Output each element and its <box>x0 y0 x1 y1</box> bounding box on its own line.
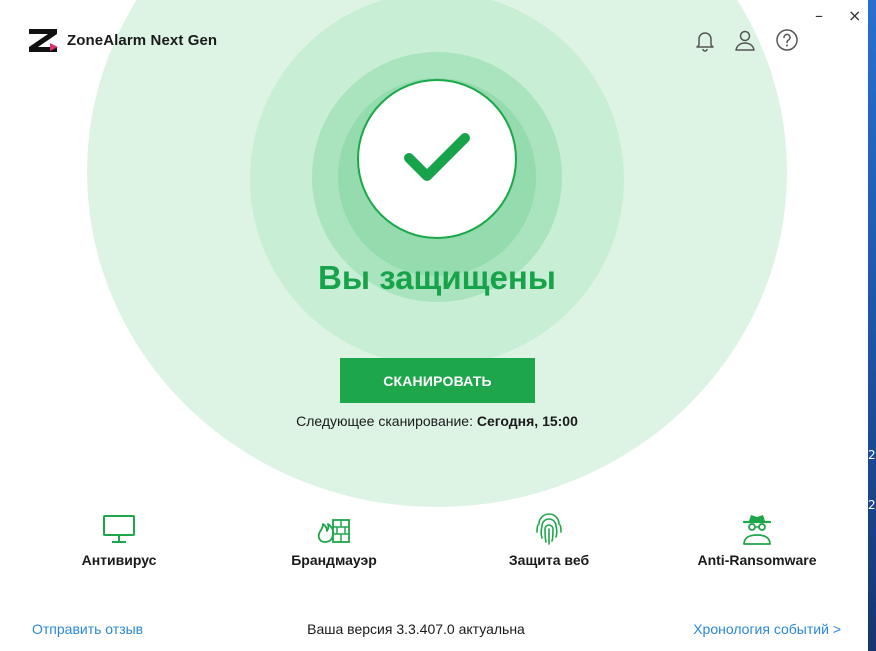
feature-label: Защита веб <box>508 552 590 568</box>
protection-status-title: Вы защищены <box>318 259 556 296</box>
next-scan-value: Сегодня, 15:00 <box>476 413 578 429</box>
monitor-icon <box>103 515 135 543</box>
user-icon[interactable] <box>733 28 757 52</box>
minimize-button[interactable]: – <box>815 8 823 24</box>
close-button[interactable]: × <box>848 8 861 24</box>
zonealarm-logo <box>29 29 58 52</box>
event-timeline-link[interactable]: Хронология событий > <box>693 621 841 637</box>
next-scan-info: Следующее сканирование: Сегодня, 15:00 <box>0 413 868 429</box>
feature-antivirus[interactable]: Антивирус <box>19 512 219 568</box>
next-scan-label: Следующее сканирование: <box>296 413 477 429</box>
checkmark-icon <box>404 133 470 181</box>
feature-firewall[interactable]: Брандмауэр <box>234 512 434 568</box>
feature-label: Брандмауэр <box>291 552 377 568</box>
app-window: ZoneAlarm Next Gen – × Вы защищены СКАНИ… <box>0 0 868 651</box>
desktop-edge-text: 2 <box>868 448 876 462</box>
app-header: ZoneAlarm Next Gen <box>27 27 217 53</box>
feature-anti-ransomware[interactable]: Anti-Ransomware <box>657 512 857 568</box>
desktop-background <box>868 0 876 651</box>
desktop-edge-text: 2 <box>868 498 876 512</box>
firewall-icon <box>317 519 350 543</box>
feature-label: Anti-Ransomware <box>697 552 817 568</box>
fingerprint-icon <box>536 513 562 545</box>
scan-button[interactable]: СКАНИРОВАТЬ <box>340 358 535 403</box>
feature-label: Антивирус <box>81 552 157 568</box>
bell-icon[interactable] <box>693 28 717 52</box>
app-title: ZoneAlarm Next Gen <box>67 31 218 49</box>
feature-web-protection[interactable]: Защита веб <box>449 512 649 568</box>
spy-icon <box>742 515 772 545</box>
help-icon[interactable] <box>775 28 799 52</box>
